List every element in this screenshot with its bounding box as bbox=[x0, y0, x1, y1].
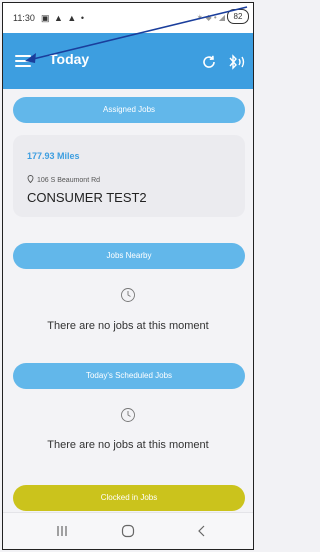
bluetooth-signal-icon[interactable] bbox=[227, 54, 249, 70]
nearby-empty-text: There are no jobs at this moment bbox=[47, 320, 209, 332]
job-name: CONSUMER TEST2 bbox=[27, 190, 147, 205]
home-icon[interactable] bbox=[121, 524, 135, 538]
connectivity-icons: ✶ ◆ • ◢ bbox=[196, 13, 225, 22]
battery-icon: 82 bbox=[227, 9, 249, 24]
clock-icon bbox=[121, 288, 135, 302]
jobs-nearby-button[interactable]: Jobs Nearby bbox=[13, 243, 245, 269]
page-title: Today bbox=[49, 51, 90, 67]
back-icon[interactable] bbox=[195, 524, 209, 538]
assigned-jobs-button[interactable]: Assigned Jobs bbox=[13, 97, 245, 123]
system-nav-bar bbox=[3, 512, 253, 549]
scheduled-jobs-button[interactable]: Today's Scheduled Jobs bbox=[13, 363, 245, 389]
clock-icon bbox=[121, 408, 135, 422]
recents-icon[interactable] bbox=[55, 525, 69, 537]
status-time: 11:30 bbox=[13, 13, 35, 23]
assigned-job-card[interactable]: 177.93 Miles 106 S Beaumont Rd CONSUMER … bbox=[13, 135, 245, 217]
phone-screen: 11:30 ▣ ▲ ▲ • ✶ ◆ • ◢ 82 Today Assigned … bbox=[2, 2, 254, 550]
refresh-icon[interactable] bbox=[201, 54, 217, 70]
notification-icons: ▣ ▲ ▲ • bbox=[41, 13, 85, 23]
job-address: 106 S Beaumont Rd bbox=[27, 175, 100, 184]
clocked-in-jobs-button[interactable]: Clocked in Jobs bbox=[13, 485, 245, 511]
job-address-text: 106 S Beaumont Rd bbox=[37, 177, 101, 184]
hamburger-menu-icon[interactable] bbox=[15, 55, 31, 69]
status-bar: 11:30 ▣ ▲ ▲ • ✶ ◆ • ◢ 82 bbox=[3, 3, 253, 33]
job-distance: 177.93 Miles bbox=[27, 151, 80, 161]
app-bar: Today bbox=[3, 33, 253, 89]
location-pin-icon bbox=[27, 175, 34, 184]
scheduled-empty-text: There are no jobs at this moment bbox=[47, 439, 209, 451]
